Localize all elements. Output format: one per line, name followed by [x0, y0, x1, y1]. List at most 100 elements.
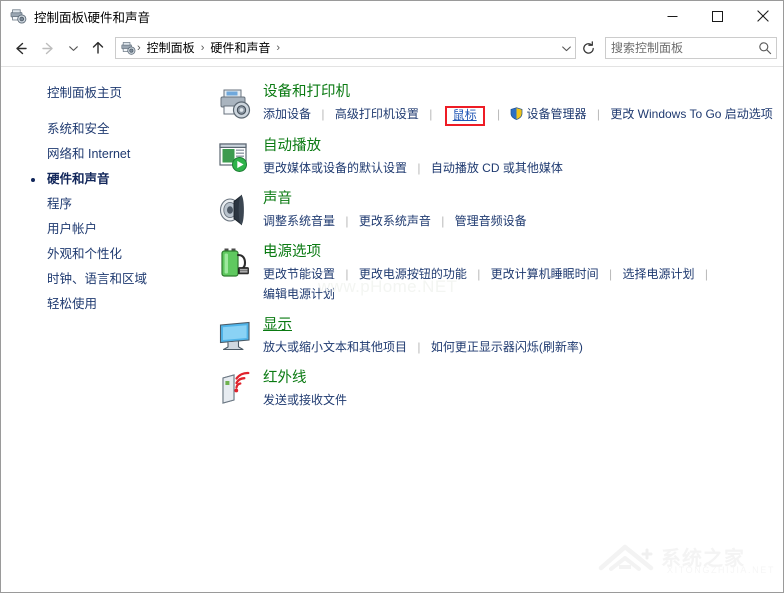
breadcrumb-separator[interactable]: ›	[275, 42, 281, 54]
link-change-power-saving-settings[interactable]: 更改节能设置	[263, 267, 335, 281]
address-dropdown-icon[interactable]	[557, 38, 575, 58]
sidebar-item-label: 时钟、语言和区域	[47, 272, 148, 286]
window-controls	[650, 1, 783, 31]
section-body: 电源选项 更改节能设置 | 更改电源按钮的功能 | 更改计算机睡眠时间 | 选择…	[263, 243, 783, 304]
link-change-default-settings-for-media-or-devices[interactable]: 更改媒体或设备的默认设置	[263, 161, 407, 175]
section-body: 红外线 发送或接收文件	[263, 369, 783, 410]
sidebar-item-label: 程序	[47, 197, 73, 211]
sidebar-item-label: 用户帐户	[47, 222, 98, 236]
maximize-button[interactable]	[695, 1, 740, 31]
section-title-power-options[interactable]: 电源选项	[263, 243, 321, 262]
sidebar-item-label: 控制面板主页	[47, 86, 123, 100]
monitor-icon	[216, 317, 254, 355]
speaker-icon	[216, 191, 254, 229]
section-sound: 声音 调整系统音量 | 更改系统声音 | 管理音频设备	[211, 190, 783, 231]
link-divider: |	[321, 107, 325, 121]
section-display: 显示 放大或缩小文本和其他项目 | 如何更正显示器闪烁(刷新率)	[211, 316, 783, 357]
sidebar-item-label: 系统和安全	[47, 122, 110, 136]
section-title-sound[interactable]: 声音	[263, 190, 292, 209]
link-mouse[interactable]: 鼠标	[453, 108, 477, 122]
link-manage-audio-devices[interactable]: 管理音频设备	[455, 214, 527, 228]
sidebar-item-label: 硬件和声音	[47, 172, 110, 186]
link-send-or-receive-a-file[interactable]: 发送或接收文件	[263, 393, 347, 407]
sidebar-item-network-and-internet[interactable]: 网络和 Internet	[1, 142, 211, 167]
sidebar-item-programs[interactable]: 程序	[1, 192, 211, 217]
content-area: 控制面板主页 系统和安全 网络和 Internet 硬件和声音 程序 用户帐户 …	[1, 67, 783, 592]
search-input[interactable]	[606, 39, 753, 57]
sidebar: 控制面板主页 系统和安全 网络和 Internet 硬件和声音 程序 用户帐户 …	[1, 67, 211, 592]
link-change-when-computer-sleeps[interactable]: 更改计算机睡眠时间	[491, 267, 599, 281]
link-divider: |	[497, 107, 501, 121]
breadcrumb-item-control-panel[interactable]: 控制面板	[142, 38, 200, 58]
section-links-row2: 编辑电源计划	[263, 284, 783, 304]
sidebar-item-label: 网络和 Internet	[47, 147, 131, 161]
link-choose-a-power-plan[interactable]: 选择电源计划	[622, 267, 694, 281]
main-panel: 设备和打印机 添加设备 | 高级打印机设置 | 鼠标 | 设备管理器 | 更改 …	[211, 67, 783, 592]
sidebar-item-home[interactable]: 控制面板主页	[1, 81, 211, 106]
breadcrumb-item-hardware-and-sound[interactable]: 硬件和声音	[205, 38, 275, 58]
back-arrow-icon[interactable]	[7, 35, 33, 61]
link-play-cd-or-other-media-automatically[interactable]: 自动播放 CD 或其他媒体	[431, 161, 563, 175]
selected-bullet-icon	[31, 178, 35, 182]
search-icon[interactable]	[753, 38, 777, 58]
address-bar[interactable]: › 控制面板 › 硬件和声音 ›	[115, 37, 576, 59]
link-change-system-sounds[interactable]: 更改系统声音	[359, 214, 431, 228]
link-adjust-system-volume[interactable]: 调整系统音量	[263, 214, 335, 228]
section-body: 声音 调整系统音量 | 更改系统声音 | 管理音频设备	[263, 190, 783, 231]
section-links-row1: 更改节能设置 | 更改电源按钮的功能 | 更改计算机睡眠时间 | 选择电源计划 …	[263, 264, 783, 284]
sidebar-item-hardware-and-sound[interactable]: 硬件和声音	[1, 167, 211, 192]
section-power-options: 电源选项 更改节能设置 | 更改电源按钮的功能 | 更改计算机睡眠时间 | 选择…	[211, 243, 783, 304]
devices-and-printers-icon	[9, 7, 27, 25]
sidebar-item-clock-language-region[interactable]: 时钟、语言和区域	[1, 267, 211, 292]
section-devices-and-printers: 设备和打印机 添加设备 | 高级打印机设置 | 鼠标 | 设备管理器 | 更改 …	[211, 83, 783, 126]
sidebar-item-appearance-and-personalization[interactable]: 外观和个性化	[1, 242, 211, 267]
section-links: 调整系统音量 | 更改系统声音 | 管理音频设备	[263, 211, 783, 231]
sidebar-item-system-and-security[interactable]: 系统和安全	[1, 117, 211, 142]
section-links: 更改媒体或设备的默认设置 | 自动播放 CD 或其他媒体	[263, 158, 783, 178]
section-links: 添加设备 | 高级打印机设置 | 鼠标 | 设备管理器 | 更改 Windows…	[263, 104, 783, 126]
section-body: 显示 放大或缩小文本和其他项目 | 如何更正显示器闪烁(刷新率)	[263, 316, 783, 357]
refresh-icon[interactable]	[577, 37, 599, 59]
search-box[interactable]	[605, 37, 777, 59]
section-links: 放大或缩小文本和其他项目 | 如何更正显示器闪烁(刷新率)	[263, 337, 783, 357]
section-title-autoplay[interactable]: 自动播放	[263, 137, 321, 156]
link-change-what-power-buttons-do[interactable]: 更改电源按钮的功能	[359, 267, 467, 281]
sidebar-item-label: 外观和个性化	[47, 247, 123, 261]
section-autoplay: 自动播放 更改媒体或设备的默认设置 | 自动播放 CD 或其他媒体	[211, 137, 783, 178]
minimize-button[interactable]	[650, 1, 695, 31]
section-title-display[interactable]: 显示	[263, 316, 292, 335]
section-links: 发送或接收文件	[263, 390, 783, 410]
link-divider: |	[417, 340, 421, 354]
section-infrared: 红外线 发送或接收文件	[211, 369, 783, 410]
link-divider: |	[704, 267, 708, 281]
infrared-icon	[216, 370, 254, 408]
breadcrumb-root-icon[interactable]	[120, 40, 136, 56]
title-bar: 控制面板\硬件和声音	[1, 1, 783, 31]
section-title-infrared[interactable]: 红外线	[263, 369, 307, 388]
control-panel-window: 控制面板\硬件和声音 › 控制面板 › 硬件和声音 › 搜索控制面板 控制面板主…	[0, 0, 784, 593]
section-body: 设备和打印机 添加设备 | 高级打印机设置 | 鼠标 | 设备管理器 | 更改 …	[263, 83, 783, 126]
battery-icon	[216, 244, 254, 282]
link-how-to-correct-display-flicker[interactable]: 如何更正显示器闪烁(刷新率)	[431, 340, 583, 354]
link-edit-power-plan[interactable]: 编辑电源计划	[263, 287, 335, 301]
link-add-device[interactable]: 添加设备	[263, 107, 311, 121]
forward-arrow-icon[interactable]	[35, 35, 61, 61]
link-divider: |	[429, 107, 433, 121]
close-button[interactable]	[740, 1, 783, 31]
link-divider: |	[345, 267, 349, 281]
link-advanced-printer-setup[interactable]: 高级打印机设置	[335, 107, 419, 121]
sidebar-item-user-accounts[interactable]: 用户帐户	[1, 217, 211, 242]
sidebar-item-ease-of-access[interactable]: 轻松使用	[1, 292, 211, 317]
chevron-down-icon[interactable]	[63, 35, 83, 61]
link-divider: |	[345, 214, 349, 228]
link-windows-to-go-startup-options[interactable]: 更改 Windows To Go 启动选项	[610, 107, 772, 121]
link-divider: |	[441, 214, 445, 228]
link-device-manager[interactable]: 设备管理器	[526, 107, 586, 121]
highlight-box-mouse[interactable]: 鼠标	[444, 106, 485, 126]
section-title-devices-and-printers[interactable]: 设备和打印机	[263, 83, 350, 102]
sidebar-item-label: 轻松使用	[47, 297, 98, 311]
up-arrow-icon[interactable]	[86, 35, 110, 61]
link-make-text-and-other-items-larger-or-smaller[interactable]: 放大或缩小文本和其他项目	[263, 340, 407, 354]
navigation-bar: › 控制面板 › 硬件和声音 ›	[1, 31, 783, 65]
link-divider: |	[609, 267, 613, 281]
